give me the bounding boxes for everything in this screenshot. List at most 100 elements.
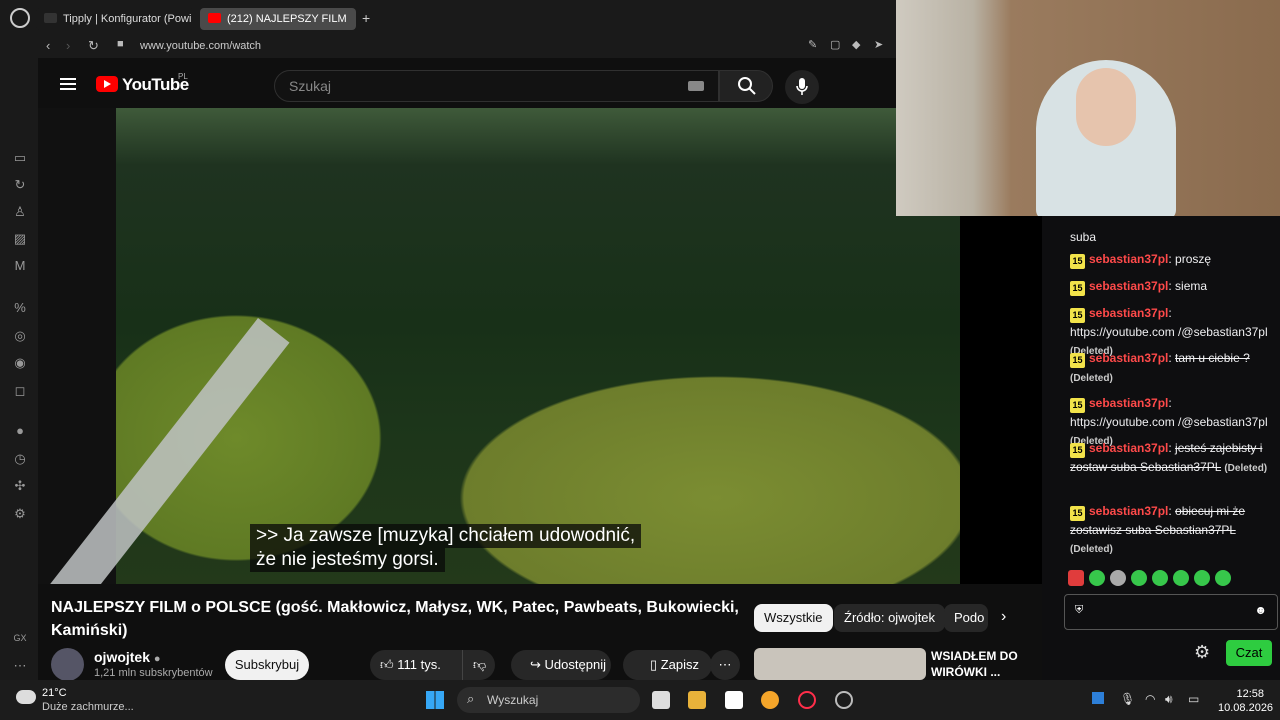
- chat-input[interactable]: ⛨ ☻: [1064, 594, 1278, 630]
- taskbar-search[interactable]: ⌕ Wyszukaj: [457, 687, 640, 713]
- chat-username[interactable]: sebastian37pl: [1089, 279, 1168, 293]
- more-actions-button[interactable]: ⋯: [710, 650, 740, 680]
- channel-avatar[interactable]: [51, 648, 84, 681]
- weather-description[interactable]: Duże zachmurze...: [42, 701, 134, 713]
- extensions-icon[interactable]: ✣: [12, 478, 28, 494]
- whatsapp-icon[interactable]: ◉: [12, 355, 28, 371]
- search-input[interactable]: Szukaj: [274, 70, 719, 102]
- windows-start-icon[interactable]: [426, 691, 444, 709]
- opera-gx-icon[interactable]: [798, 691, 816, 709]
- chip-all[interactable]: Wszystkie: [754, 604, 833, 632]
- shield-icon[interactable]: ◆: [852, 38, 860, 51]
- emote-icon[interactable]: [1194, 570, 1210, 586]
- tradingview-icon[interactable]: [725, 691, 743, 709]
- bookmark-icon: ▯: [649, 657, 658, 672]
- emote-icon[interactable]: [1215, 570, 1231, 586]
- browser-tab-youtube[interactable]: (212) NAJLEPSZY FILM: [200, 8, 356, 30]
- save-button[interactable]: ▯ Zapisz: [623, 650, 712, 680]
- emote-icon[interactable]: [1152, 570, 1168, 586]
- video-player[interactable]: >> Ja zawsze [muzyka] chciałem udowodnić…: [38, 108, 960, 584]
- microphone-icon[interactable]: 🎙︎: [1120, 692, 1135, 706]
- tab-label: Tipply | Konfigurator (Powi: [63, 13, 192, 25]
- gamepad-icon[interactable]: ▭: [12, 150, 28, 166]
- channel-name[interactable]: ojwojtek ●: [94, 649, 161, 665]
- keyboard-icon[interactable]: [688, 81, 704, 91]
- more-icon[interactable]: ⋯: [12, 658, 28, 674]
- chip-source[interactable]: Źródło: ojwojtek: [834, 604, 946, 632]
- app-icon[interactable]: [835, 691, 853, 709]
- share-button[interactable]: ↪ Udostępnij: [511, 650, 611, 680]
- chat-username[interactable]: sebastian37pl: [1089, 351, 1168, 365]
- chrome-icon[interactable]: [761, 691, 779, 709]
- history-icon[interactable]: ↻: [12, 177, 28, 193]
- emoji-icon[interactable]: ☻: [1254, 603, 1267, 617]
- chat-username[interactable]: sebastian37pl: [1089, 441, 1168, 455]
- voice-search-button[interactable]: [785, 70, 819, 104]
- send-icon[interactable]: ➤: [874, 38, 883, 51]
- chat-username[interactable]: sebastian37pl: [1089, 396, 1168, 410]
- spotify-icon[interactable]: ●: [12, 423, 28, 439]
- reload-icon[interactable]: ↻: [88, 38, 99, 54]
- webcam-overlay: [896, 0, 1280, 216]
- gx-icon[interactable]: GX: [12, 630, 28, 646]
- messenger-icon[interactable]: ◎: [12, 328, 28, 344]
- tab-label: (212) NAJLEPSZY FILM: [227, 13, 347, 25]
- back-icon[interactable]: ‹: [46, 38, 50, 53]
- clock-icon[interactable]: ◷: [12, 451, 28, 467]
- menu-icon[interactable]: [60, 78, 76, 90]
- settings-icon[interactable]: ⚙: [12, 506, 28, 522]
- emote-icon[interactable]: [1089, 570, 1105, 586]
- volume-icon[interactable]: 🔊︎: [1165, 692, 1173, 707]
- weather-cloud-icon[interactable]: [16, 690, 36, 704]
- taskbar-clock[interactable]: 12:58 10.08.2026: [1218, 687, 1273, 715]
- streamer-face: [1076, 68, 1136, 146]
- related-video-thumbnail[interactable]: [754, 648, 926, 680]
- related-video-title[interactable]: WSIADŁEM DO WIRÓWKI ...: [931, 648, 1018, 680]
- browser-tab-tipply[interactable]: Tipply | Konfigurator (Powi: [36, 8, 194, 30]
- battery-icon[interactable]: ▭: [1188, 692, 1199, 706]
- emote-icon[interactable]: [1131, 570, 1147, 586]
- like-dislike-group: 👍︎ 111 tys. 👎︎: [370, 650, 495, 680]
- chat-username[interactable]: sebastian37pl: [1089, 306, 1168, 320]
- emote-bar: [1068, 570, 1278, 588]
- dislike-button[interactable]: 👎︎: [462, 650, 486, 680]
- shield-icon[interactable]: ⛨: [1075, 604, 1083, 617]
- chip-similar[interactable]: Podo: [944, 604, 988, 632]
- wifi-icon[interactable]: ◠: [1145, 692, 1155, 706]
- youtube-logo-icon[interactable]: [96, 76, 118, 92]
- forward-icon[interactable]: ›: [66, 38, 70, 53]
- like-button[interactable]: 👍︎ 111 tys.: [380, 650, 450, 680]
- new-tab-button[interactable]: +: [362, 10, 370, 26]
- m-icon[interactable]: M: [12, 258, 28, 274]
- chat-message: 15 sebastian37pl: jesteś zajebisty i zost…: [1070, 441, 1268, 474]
- url-field[interactable]: www.youtube.com/watch: [140, 40, 261, 52]
- chat-username[interactable]: sebastian37pl: [1089, 504, 1168, 518]
- related-title-line-2: WIRÓWKI ...: [931, 665, 1001, 679]
- chat-send-button[interactable]: Czat: [1226, 640, 1272, 666]
- emote-icon[interactable]: [1068, 570, 1084, 586]
- task-view-icon[interactable]: [652, 691, 670, 709]
- weather-temperature[interactable]: 21°C: [42, 687, 67, 699]
- search-button[interactable]: [719, 70, 773, 102]
- region-label: PL: [178, 72, 188, 81]
- emote-icon[interactable]: [1110, 570, 1126, 586]
- stripes-icon[interactable]: ▨: [12, 231, 28, 247]
- emote-icon[interactable]: [1173, 570, 1189, 586]
- deleted-tag: (Deleted): [1224, 463, 1268, 474]
- tray-app-icon[interactable]: [1092, 692, 1104, 704]
- bot-icon[interactable]: ♙: [12, 204, 28, 220]
- snapshot-icon[interactable]: ▢: [830, 38, 840, 51]
- deleted-tag: (Deleted): [1070, 373, 1113, 384]
- instagram-icon[interactable]: ◻: [12, 383, 28, 399]
- file-explorer-icon[interactable]: [688, 691, 706, 709]
- mic-icon: [796, 78, 808, 95]
- thumbs-up-icon: 👍︎: [380, 657, 394, 672]
- chat-username[interactable]: sebastian37pl: [1089, 252, 1168, 266]
- lock-icon: ■: [117, 38, 124, 50]
- chat-settings-icon[interactable]: ⚙: [1194, 642, 1210, 663]
- opera-menu-icon[interactable]: [10, 8, 30, 28]
- subscribe-button[interactable]: Subskrybuj: [225, 650, 309, 680]
- pin-icon[interactable]: ✎: [808, 38, 817, 51]
- percent-icon[interactable]: %: [12, 300, 28, 316]
- chevron-right-icon[interactable]: ›: [1001, 608, 1006, 626]
